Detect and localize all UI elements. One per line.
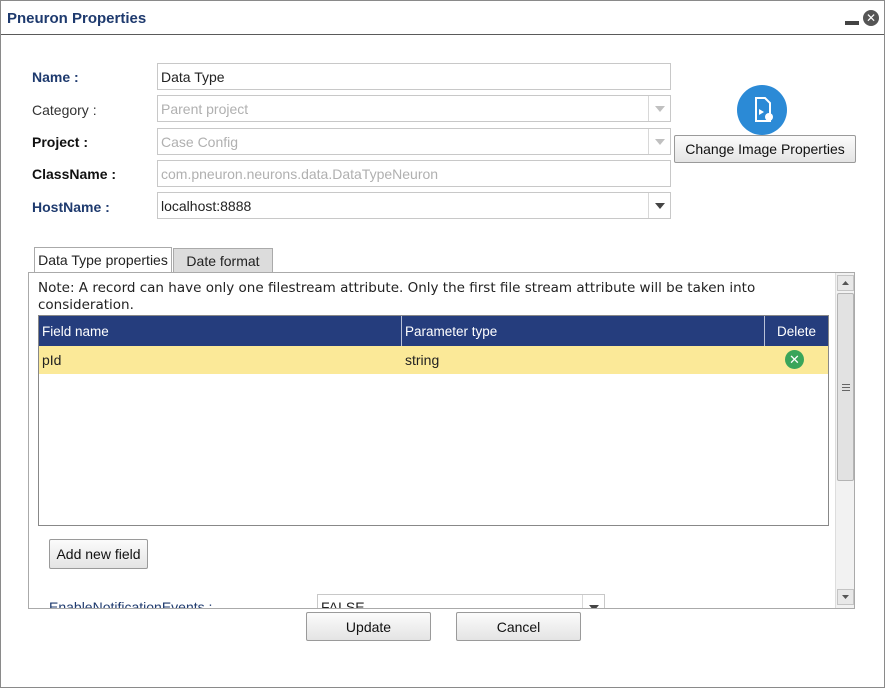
hostname-select[interactable]: localhost:8888 [157, 192, 671, 219]
column-field-name[interactable]: Field name [39, 316, 402, 346]
column-parameter-type[interactable]: Parameter type [402, 316, 765, 346]
tab-data-type-properties[interactable]: Data Type properties [34, 247, 172, 273]
scroll-down-icon[interactable] [837, 589, 854, 605]
dialog-title: Pneuron Properties [7, 10, 147, 27]
project-value: Case Config [161, 134, 239, 150]
enable-notification-events-label: EnableNotificationEvents : [49, 599, 213, 609]
scroll-up-icon[interactable] [837, 275, 854, 291]
column-delete: Delete [776, 324, 817, 339]
name-label: Name : [32, 69, 79, 85]
project-label: Project : [32, 134, 89, 150]
scroll-thumb[interactable] [837, 293, 854, 481]
pneuron-properties-dialog: Pneuron Properties ✕ Name : Data Type Ca… [0, 0, 885, 688]
name-input[interactable]: Data Type [157, 63, 671, 90]
close-icon[interactable]: ✕ [863, 10, 879, 26]
note-text: Note: A record can have only one filestr… [38, 280, 756, 313]
tab-date-format[interactable]: Date format [173, 248, 273, 273]
add-new-field-button[interactable]: Add new field [49, 539, 148, 569]
update-button[interactable]: Update [306, 612, 431, 641]
enable-notification-events-value: FALSE [321, 599, 365, 609]
classname-input[interactable]: com.pneuron.neurons.data.DataTypeNeuron [157, 160, 671, 187]
tab-panel: Note: A record can have only one filestr… [28, 272, 855, 609]
hostname-value: localhost:8888 [161, 198, 252, 214]
parameter-type-cell[interactable]: string [402, 346, 765, 374]
category-label: Category : [32, 102, 97, 118]
category-value: Parent project [161, 101, 249, 117]
delete-row-icon[interactable]: ✕ [785, 350, 804, 369]
field-name-cell[interactable]: pId [39, 346, 402, 374]
notification-dropdown-icon[interactable] [582, 595, 604, 608]
grid-header: Field name Parameter type Delete [39, 316, 828, 346]
classname-label: ClassName : [32, 166, 117, 182]
title-bar: Pneuron Properties ✕ [1, 1, 884, 35]
hostname-label: HostName : [32, 199, 110, 215]
category-select[interactable]: Parent project [157, 95, 671, 122]
change-image-properties-button[interactable]: Change Image Properties [674, 135, 856, 163]
minimize-icon[interactable] [845, 21, 859, 25]
panel-scrollbar[interactable] [835, 273, 854, 608]
cancel-button[interactable]: Cancel [456, 612, 581, 641]
category-dropdown-icon[interactable] [648, 96, 670, 121]
project-select[interactable]: Case Config [157, 128, 671, 155]
image-properties-icon [737, 85, 787, 135]
enable-notification-events-select[interactable]: FALSE [317, 594, 605, 609]
fields-grid: Field name Parameter type Delete pId str… [38, 315, 829, 526]
table-row[interactable]: pId string ✕ [39, 346, 828, 374]
project-dropdown-icon[interactable] [648, 129, 670, 154]
hostname-dropdown-icon[interactable] [648, 193, 670, 218]
